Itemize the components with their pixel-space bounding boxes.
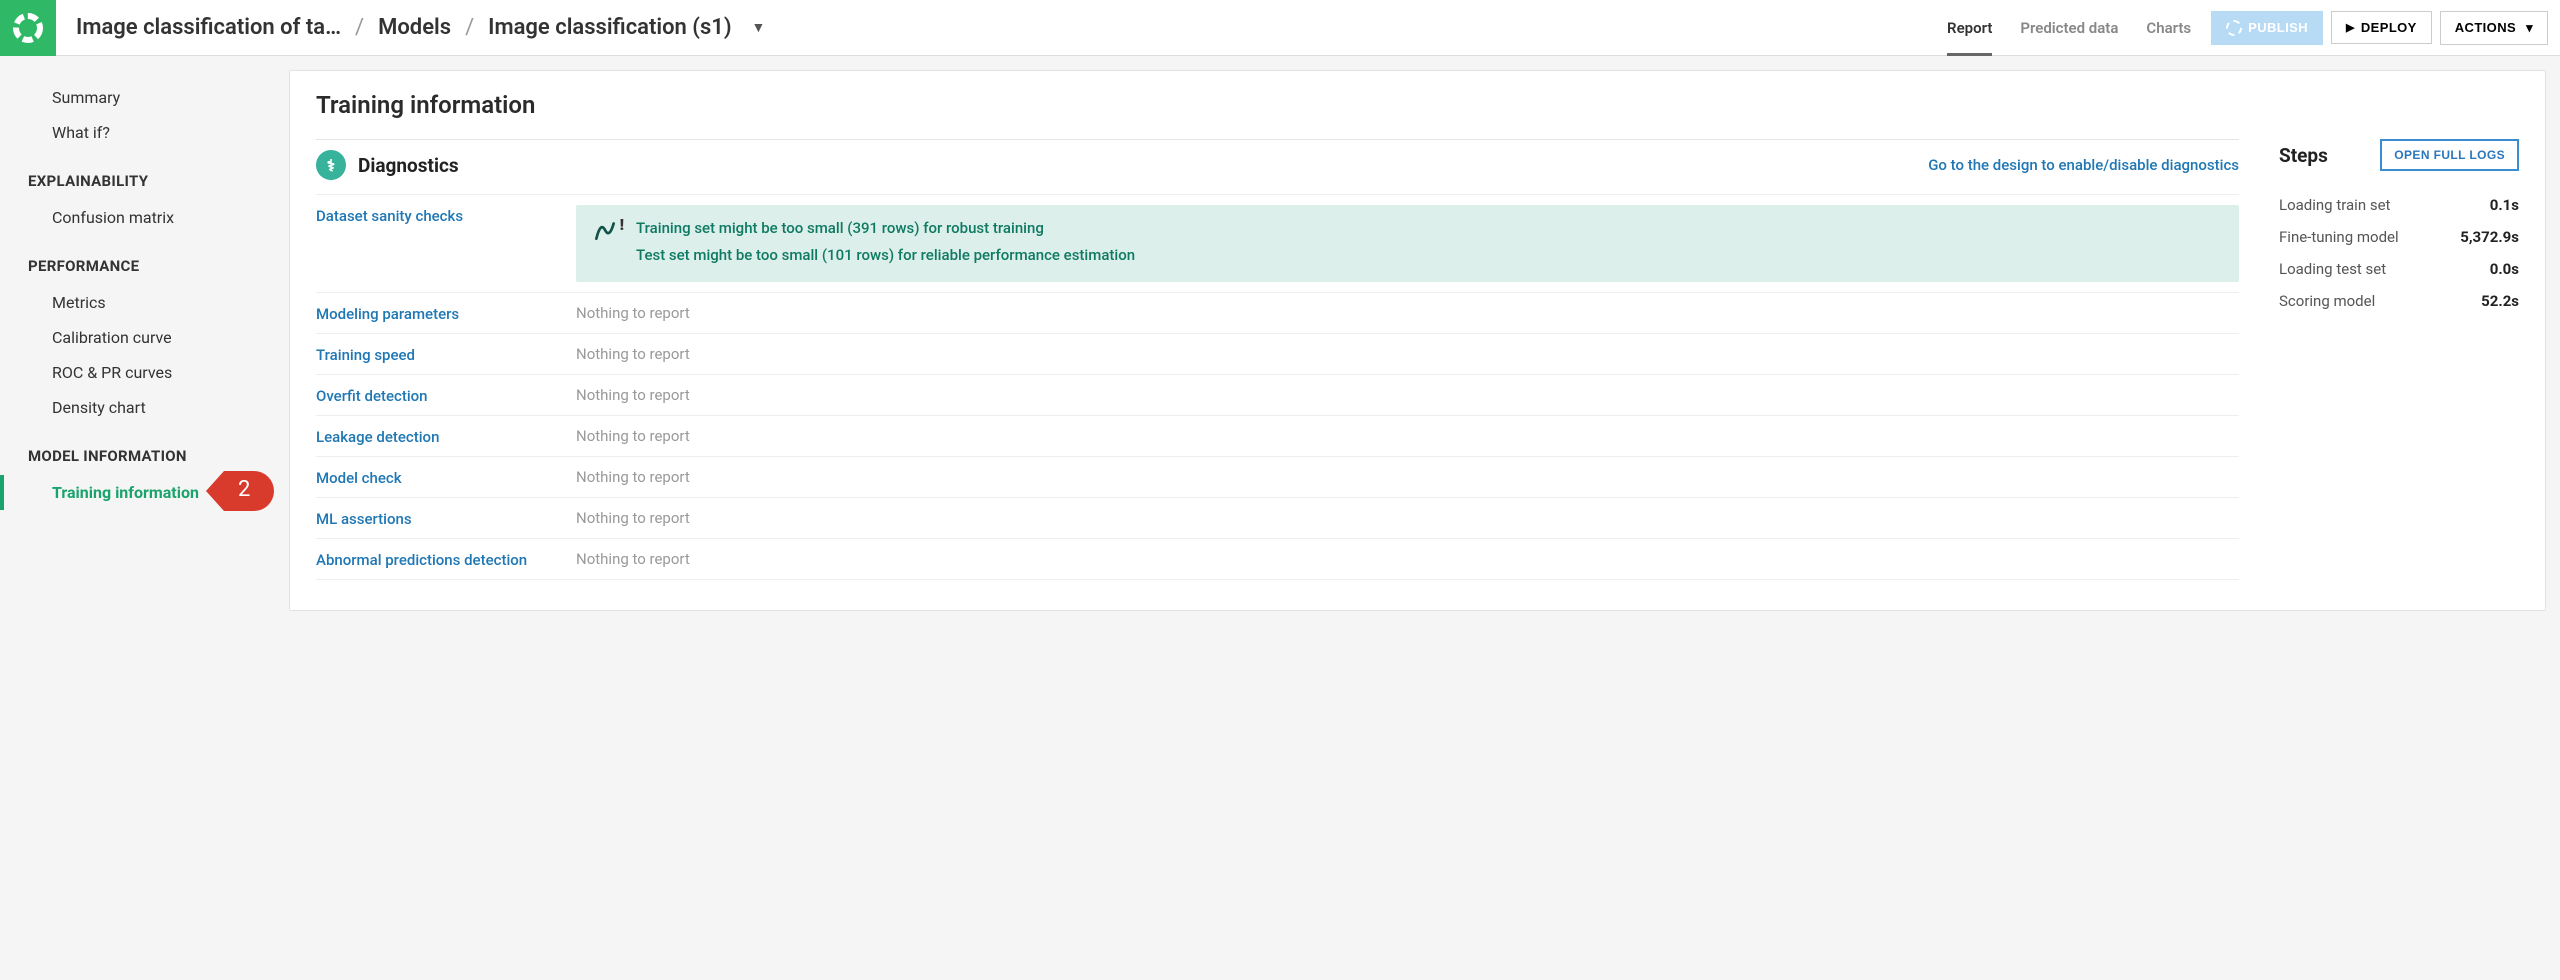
nothing-label: Nothing to report [576, 550, 690, 568]
sidebar-item-metrics[interactable]: Metrics [0, 285, 275, 320]
diag-ml-assertions[interactable]: ML assertions [316, 508, 556, 528]
sidebar-item-calibration[interactable]: Calibration curve [0, 320, 275, 355]
warning-icon [592, 217, 622, 270]
warning-box: Training set might be too small (391 row… [576, 205, 2239, 282]
publish-button[interactable]: PUBLISH [2211, 11, 2323, 45]
sidebar-item-summary[interactable]: Summary [0, 80, 275, 115]
nothing-label: Nothing to report [576, 386, 690, 404]
dataiku-icon [12, 12, 44, 44]
top-nav: Report Predicted data Charts [1927, 0, 2211, 55]
step-row: Loading test set0.0s [2279, 253, 2519, 285]
diag-leakage[interactable]: Leakage detection [316, 426, 556, 446]
publish-icon [2226, 20, 2242, 36]
design-link[interactable]: Go to the design to enable/disable diagn… [1928, 156, 2239, 174]
tab-charts[interactable]: Charts [2146, 0, 2191, 55]
nothing-label: Nothing to report [576, 509, 690, 527]
nothing-label: Nothing to report [576, 304, 690, 322]
diagnostics-icon: ⚕ [316, 150, 346, 180]
deploy-button[interactable]: DEPLOY [2331, 11, 2432, 44]
sidebar: Summary What if? EXPLAINABILITY Confusio… [0, 56, 275, 625]
warning-text-2: Test set might be too small (101 rows) f… [636, 244, 1135, 267]
actions-button[interactable]: ACTIONS [2440, 11, 2548, 45]
warning-text-1: Training set might be too small (391 row… [636, 217, 1135, 240]
diag-overfit[interactable]: Overfit detection [316, 385, 556, 405]
sidebar-item-density[interactable]: Density chart [0, 390, 275, 425]
sidebar-section-model-info: MODEL INFORMATION [0, 425, 275, 475]
step-row: Scoring model52.2s [2279, 285, 2519, 317]
chevron-down-icon[interactable]: ▼ [752, 19, 766, 36]
main-panel: Training information ⚕ Diagnostics Go to… [289, 70, 2546, 611]
topbar-buttons: PUBLISH DEPLOY ACTIONS [2211, 11, 2560, 45]
diag-model-check[interactable]: Model check [316, 467, 556, 487]
open-full-logs-button[interactable]: OPEN FULL LOGS [2380, 139, 2519, 171]
app-logo[interactable] [0, 0, 56, 56]
step-row: Loading train set0.1s [2279, 189, 2519, 221]
tab-report[interactable]: Report [1947, 0, 1992, 55]
diag-abnormal-predictions[interactable]: Abnormal predictions detection [316, 549, 556, 569]
sidebar-item-roc[interactable]: ROC & PR curves [0, 355, 275, 390]
page-title: Training information [316, 91, 2519, 119]
sidebar-item-whatif[interactable]: What if? [0, 115, 275, 150]
annotation-marker: 2 [224, 471, 274, 511]
diag-dataset-sanity[interactable]: Dataset sanity checks [316, 205, 556, 225]
topbar: Image classification of ta… / Models / I… [0, 0, 2560, 56]
sidebar-section-performance: PERFORMANCE [0, 235, 275, 285]
breadcrumb-models[interactable]: Models [378, 15, 451, 40]
step-row: Fine-tuning model5,372.9s [2279, 221, 2519, 253]
sidebar-item-confusion[interactable]: Confusion matrix [0, 200, 275, 235]
nothing-label: Nothing to report [576, 468, 690, 486]
sidebar-item-training-information[interactable]: Training information 2 [0, 475, 275, 510]
diagnostics-title: Diagnostics [358, 154, 459, 177]
breadcrumb: Image classification of ta… / Models / I… [56, 15, 785, 40]
tab-predicted-data[interactable]: Predicted data [2020, 0, 2118, 55]
diag-training-speed[interactable]: Training speed [316, 344, 556, 364]
breadcrumb-current[interactable]: Image classification (s1) [488, 15, 731, 40]
nothing-label: Nothing to report [576, 427, 690, 445]
sidebar-section-explainability: EXPLAINABILITY [0, 150, 275, 200]
diag-modeling-params[interactable]: Modeling parameters [316, 303, 556, 323]
steps-title: Steps [2279, 144, 2328, 167]
nothing-label: Nothing to report [576, 345, 690, 363]
breadcrumb-project[interactable]: Image classification of ta… [76, 15, 341, 40]
